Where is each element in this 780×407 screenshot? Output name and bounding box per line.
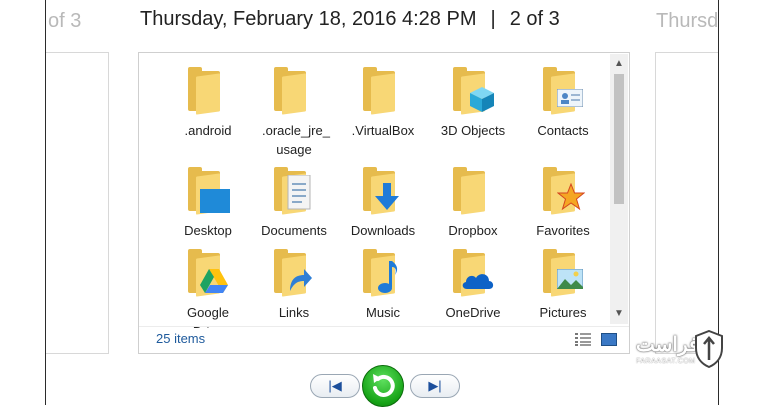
folder-item[interactable]: Music: [338, 249, 428, 322]
folder-item[interactable]: .android: [163, 67, 253, 140]
folder-item[interactable]: .VirtualBox: [338, 67, 428, 140]
3d-objects-folder-icon: [451, 67, 495, 115]
folder-view-panel: .android .oracle_jre_ usage .VirtualBox …: [138, 52, 630, 354]
snapshot-header: Thursday, February 18, 2016 4:28 PM | 2 of…: [140, 8, 560, 31]
folder-item[interactable]: Documents: [249, 167, 339, 240]
folder-grid: .android .oracle_jre_ usage .VirtualBox …: [145, 63, 600, 328]
pictures-folder-icon: [541, 249, 585, 297]
folder-item-label: Pictures: [539, 305, 587, 320]
folder-item[interactable]: Downloads: [338, 167, 428, 240]
contacts-folder-icon: [541, 67, 585, 115]
next-snapshot-title: Thursd: [656, 10, 719, 32]
folder-item-label: .oracle_jre_ usage: [262, 123, 330, 157]
folder-item[interactable]: Desktop: [163, 167, 253, 240]
item-count: 25 items: [156, 331, 206, 346]
downloads-folder-icon: [361, 167, 405, 215]
header-separator: |: [490, 8, 496, 30]
scroll-thumb[interactable]: [614, 74, 624, 204]
links-folder-icon: [272, 249, 316, 297]
folder-item[interactable]: Links: [249, 249, 339, 322]
folder-item[interactable]: Contacts: [518, 67, 600, 140]
status-bar: 25 items: [139, 326, 629, 353]
folder-item-label: Google Drive: [187, 305, 229, 328]
folder-icon: [451, 167, 495, 215]
watermark-name: فراست: [636, 334, 699, 356]
folder-item-label: Music: [366, 305, 400, 320]
folder-item-label: .VirtualBox: [351, 123, 415, 138]
folder-item[interactable]: 3D Objects: [428, 67, 518, 140]
prev-snapshot-card[interactable]: [46, 52, 109, 354]
folder-item-label: 3D Objects: [440, 123, 506, 138]
large-icons-view-icon[interactable]: [601, 333, 617, 346]
scroll-up-arrow-icon[interactable]: ▲: [610, 56, 628, 72]
folder-item-label: .android: [184, 123, 232, 138]
previous-snapshot-button[interactable]: |◀: [310, 374, 360, 398]
folder-item-label: Favorites: [536, 223, 590, 238]
restore-icon: [373, 374, 395, 397]
folder-icon: [361, 67, 405, 115]
favorites-folder-icon: [541, 167, 585, 215]
scroll-down-arrow-icon[interactable]: ▼: [610, 306, 628, 322]
prev-snapshot-title: of 3: [48, 10, 82, 32]
folder-item-label: Desktop: [184, 223, 232, 238]
folder-item-label: Documents: [261, 223, 327, 238]
music-folder-icon: [361, 249, 405, 297]
next-snapshot-card[interactable]: [655, 52, 718, 354]
restore-button[interactable]: [362, 365, 404, 407]
desktop-folder-icon: [186, 167, 230, 215]
folder-item[interactable]: .oracle_jre_ usage: [249, 67, 339, 159]
next-snapshot-button[interactable]: ▶|: [410, 374, 460, 398]
folder-item-label: OneDrive: [445, 305, 501, 320]
folder-item[interactable]: OneDrive: [428, 249, 518, 322]
folder-item-label: Contacts: [537, 123, 589, 138]
onedrive-folder-icon: [451, 249, 495, 297]
folder-item[interactable]: Pictures: [518, 249, 600, 322]
snapshot-position: 2 of 3: [509, 8, 560, 30]
folder-item[interactable]: Google Drive: [163, 249, 253, 328]
watermark-url: FARAASAT.COM: [636, 358, 696, 365]
folder-item-label: Dropbox: [448, 223, 498, 238]
folder-item-label: Links: [278, 305, 310, 320]
watermark-logo: فراست FARAASAT.COM: [636, 330, 726, 374]
folder-item[interactable]: Favorites: [518, 167, 600, 240]
vertical-scrollbar[interactable]: ▲ ▼: [610, 54, 628, 324]
folder-item[interactable]: Dropbox: [428, 167, 518, 240]
folder-icon: [272, 67, 316, 115]
google-drive-folder-icon: [186, 249, 230, 297]
snapshot-navigation: |◀ ▶|: [310, 365, 460, 407]
folder-icon: [186, 67, 230, 115]
details-view-icon[interactable]: [575, 333, 591, 346]
folder-item-label: Downloads: [350, 223, 416, 238]
documents-folder-icon: [272, 167, 316, 215]
shield-icon: [695, 330, 723, 368]
snapshot-date: Thursday, February 18, 2016 4:28 PM: [140, 8, 477, 30]
